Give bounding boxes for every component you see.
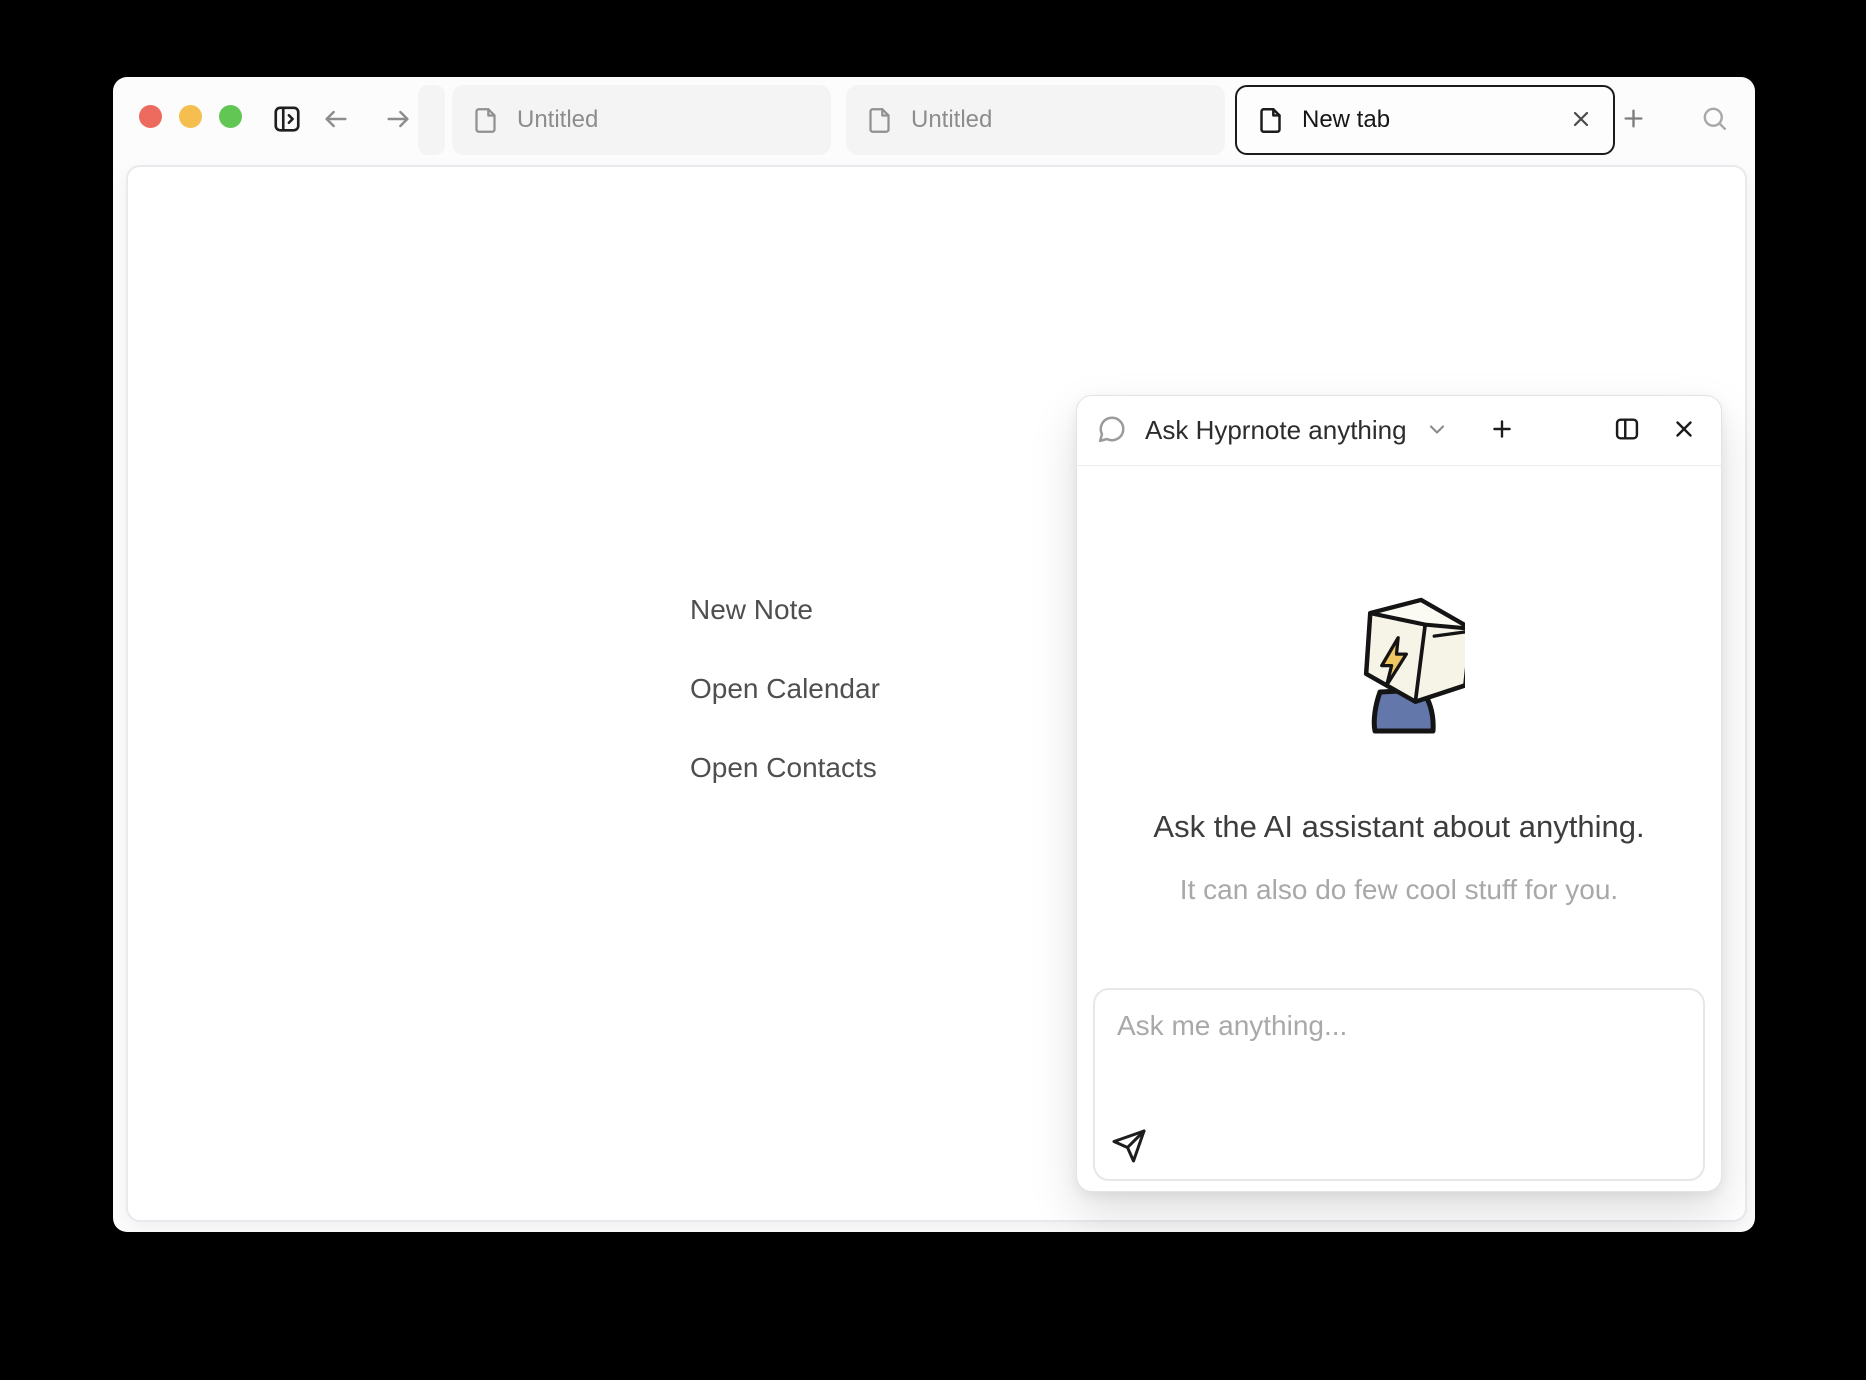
new-tab-button[interactable] — [1619, 104, 1647, 132]
new-note-link[interactable]: New Note — [690, 595, 880, 625]
open-calendar-link[interactable]: Open Calendar — [690, 674, 880, 704]
collapsed-tab-strip — [418, 85, 445, 155]
desktop-background: Untitled Untitled New tab — [0, 0, 1866, 1380]
quick-links: New Note Open Calendar Open Contacts — [690, 595, 880, 832]
file-icon — [472, 107, 499, 134]
tab-untitled-2[interactable]: Untitled — [846, 85, 1225, 155]
tab-label: Untitled — [517, 106, 811, 134]
arrow-left-icon — [322, 105, 350, 133]
chevron-down-icon — [1425, 417, 1449, 444]
tab-label: Untitled — [911, 106, 1205, 134]
search-icon — [1700, 104, 1729, 133]
back-button[interactable] — [321, 105, 351, 133]
panel-left-open-icon — [272, 104, 302, 134]
assistant-input-box — [1093, 988, 1705, 1181]
sidebar-toggle-button[interactable] — [271, 103, 303, 135]
tab-close-button[interactable] — [1569, 107, 1593, 134]
plus-icon — [1620, 105, 1647, 132]
forward-button[interactable] — [383, 105, 413, 133]
assistant-new-chat-button[interactable] — [1489, 416, 1515, 445]
assistant-split-view-button[interactable] — [1613, 415, 1641, 446]
assistant-body: Ask the AI assistant about anything. It … — [1077, 466, 1721, 1191]
tab-untitled-1[interactable]: Untitled — [452, 85, 831, 155]
assistant-session-selector[interactable]: Ask Hyprnote anything — [1097, 414, 1449, 447]
app-window: Untitled Untitled New tab — [113, 77, 1755, 1232]
send-button[interactable] — [1107, 1125, 1151, 1169]
open-contacts-link[interactable]: Open Contacts — [690, 753, 880, 783]
message-circle-icon — [1097, 414, 1127, 447]
hyprnote-mascot-icon — [1335, 582, 1465, 739]
file-icon — [1257, 107, 1284, 134]
main-content: New Note Open Calendar Open Contacts Ask… — [126, 165, 1747, 1222]
title-bar: Untitled Untitled New tab — [113, 77, 1755, 165]
plus-icon — [1489, 416, 1515, 445]
assistant-subline: It can also do few cool stuff for you. — [1077, 874, 1721, 906]
zoom-window-button[interactable] — [219, 105, 242, 128]
minimize-window-button[interactable] — [179, 105, 202, 128]
search-button[interactable] — [1699, 103, 1729, 133]
send-icon — [1111, 1128, 1147, 1167]
tab-label: New tab — [1302, 106, 1569, 134]
assistant-input[interactable] — [1095, 990, 1703, 1128]
traffic-lights — [139, 105, 242, 128]
panel-split-icon — [1613, 415, 1641, 446]
assistant-headline: Ask the AI assistant about anything. — [1077, 809, 1721, 845]
file-icon — [866, 107, 893, 134]
arrow-right-icon — [384, 105, 412, 133]
assistant-header: Ask Hyprnote anything — [1077, 396, 1721, 466]
assistant-title: Ask Hyprnote anything — [1145, 415, 1407, 446]
close-window-button[interactable] — [139, 105, 162, 128]
tab-new-tab-active[interactable]: New tab — [1235, 85, 1615, 155]
x-icon — [1569, 107, 1593, 134]
assistant-close-button[interactable] — [1671, 416, 1697, 445]
ai-assistant-panel: Ask Hyprnote anything — [1076, 395, 1722, 1192]
x-icon — [1671, 416, 1697, 445]
